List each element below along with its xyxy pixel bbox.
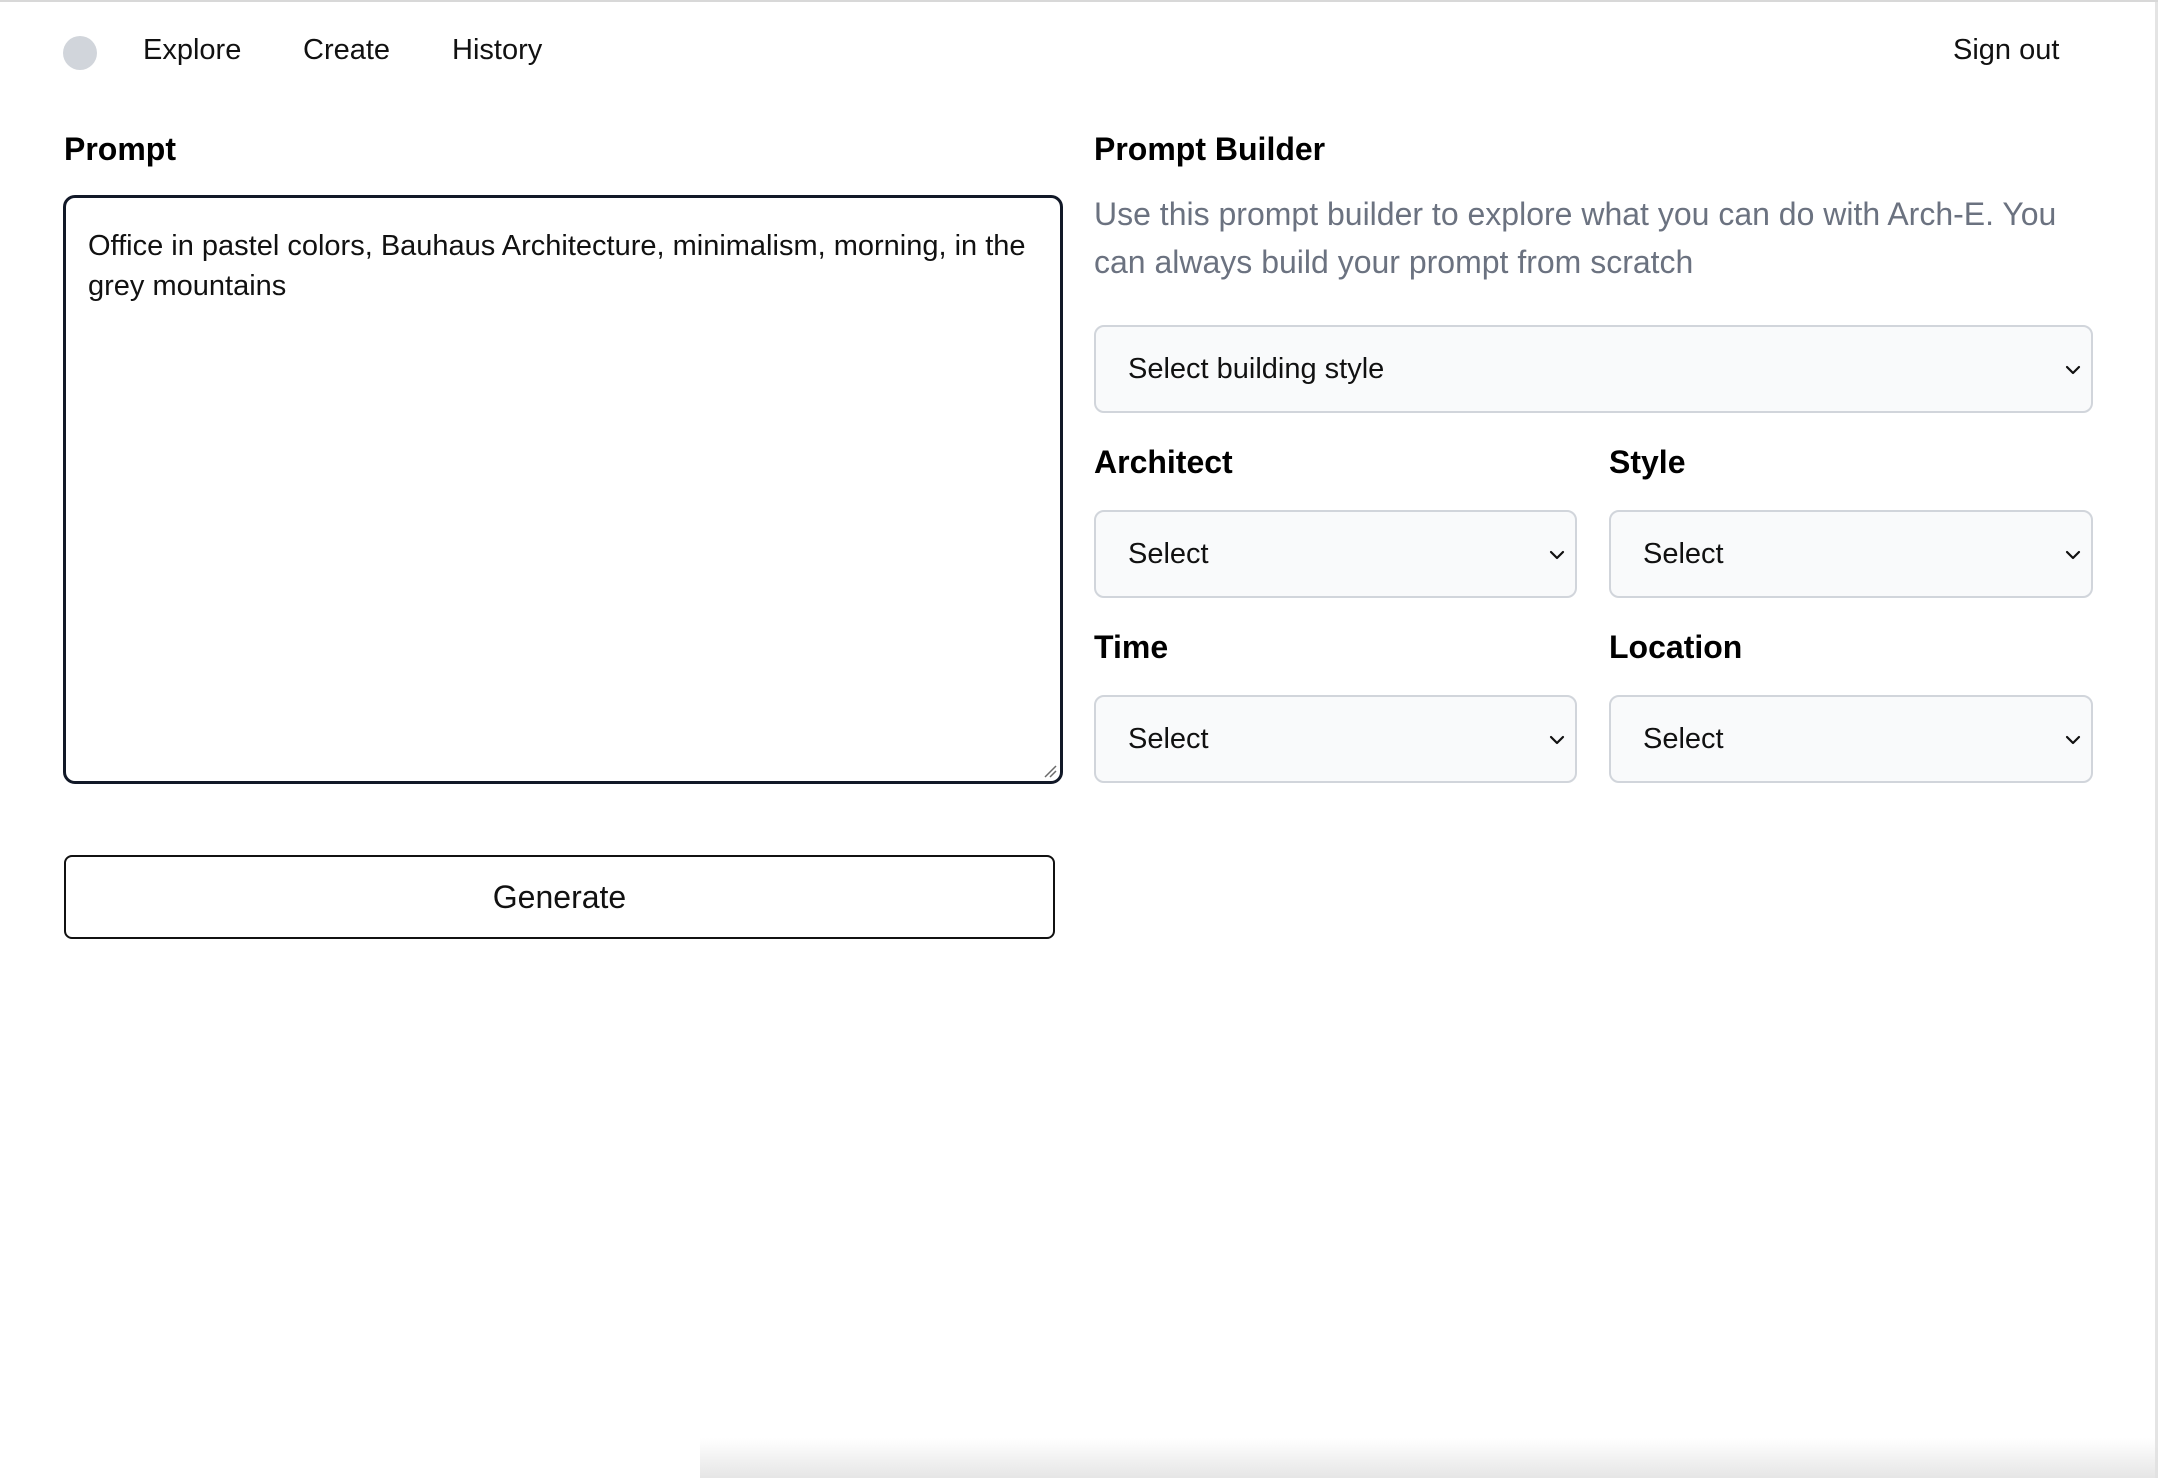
prompt-builder-heading: Prompt Builder xyxy=(1094,131,1326,167)
nav-explore[interactable]: Explore xyxy=(143,30,241,70)
nav-history[interactable]: History xyxy=(452,30,542,70)
chevron-down-icon xyxy=(2065,735,2081,745)
style-label: Style xyxy=(1609,444,1686,480)
top-nav: Explore Create History Sign out xyxy=(0,2,2158,98)
location-label: Location xyxy=(1609,629,1743,665)
time-select-value: Select xyxy=(1128,723,1209,755)
location-select[interactable]: Select xyxy=(1609,695,2093,783)
style-select[interactable]: Select xyxy=(1609,510,2093,598)
chevron-down-icon xyxy=(1549,550,1565,560)
time-select[interactable]: Select xyxy=(1094,695,1577,783)
chevron-down-icon xyxy=(1549,735,1565,745)
building-style-select-value: Select building style xyxy=(1128,353,1385,385)
page: Explore Create History Sign out Prompt O… xyxy=(0,0,2158,1478)
prompt-heading: Prompt xyxy=(64,131,176,167)
generate-button[interactable]: Generate xyxy=(64,855,1055,939)
architect-select[interactable]: Select xyxy=(1094,510,1577,598)
prompt-textarea[interactable]: Office in pastel colors, Bauhaus Archite… xyxy=(63,195,1063,784)
window-shadow xyxy=(700,1438,2158,1478)
logo-icon[interactable] xyxy=(63,36,97,70)
chevron-down-icon xyxy=(2065,550,2081,560)
building-style-select[interactable]: Select building style xyxy=(1094,325,2093,413)
prompt-text: Office in pastel colors, Bauhaus Archite… xyxy=(88,230,1026,302)
resize-handle-icon[interactable] xyxy=(1041,762,1057,778)
sign-out-link[interactable]: Sign out xyxy=(1953,30,2059,70)
architect-label: Architect xyxy=(1094,444,1233,480)
prompt-builder-description: Use this prompt builder to explore what … xyxy=(1094,196,2057,280)
chevron-down-icon xyxy=(2065,365,2081,375)
location-select-value: Select xyxy=(1643,723,1724,755)
nav-create[interactable]: Create xyxy=(303,30,390,70)
style-select-value: Select xyxy=(1643,538,1724,570)
architect-select-value: Select xyxy=(1128,538,1209,570)
time-label: Time xyxy=(1094,629,1169,665)
